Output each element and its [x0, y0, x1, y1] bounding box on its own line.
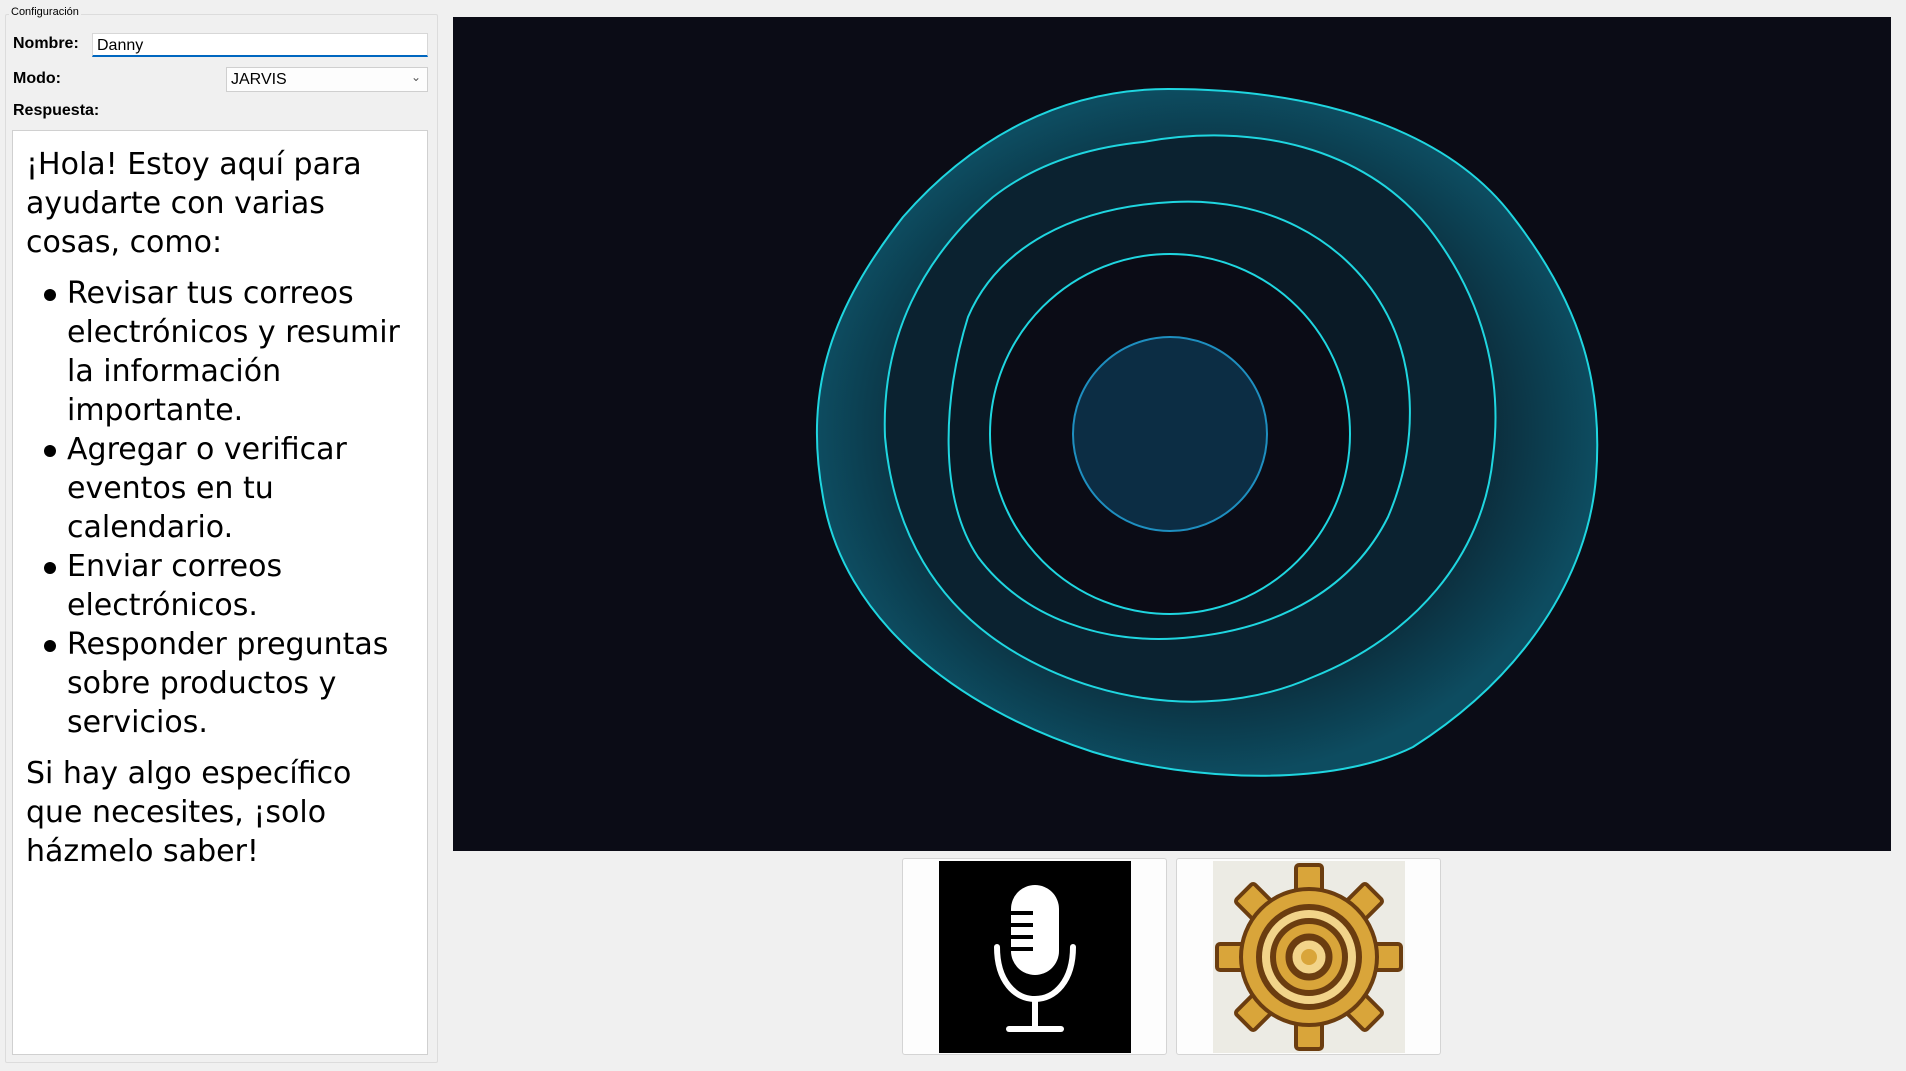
microphone-button[interactable]: [902, 858, 1167, 1055]
response-text-area[interactable]: ¡Hola! Estoy aquí para ayudarte con vari…: [12, 130, 428, 1055]
response-intro: ¡Hola! Estoy aquí para ayudarte con vari…: [26, 147, 362, 260]
chevron-down-icon: ⌄: [410, 70, 421, 84]
app-window: Configuración Nombre: Modo: JARVIS ⌄ Res…: [0, 0, 1906, 1071]
list-item: Agregar o verificar eventos en tu calend…: [44, 430, 415, 547]
mode-select[interactable]: JARVIS ⌄: [226, 67, 428, 92]
list-item: Revisar tus correos electrónicos y resum…: [44, 274, 415, 430]
name-label: Nombre:: [13, 35, 79, 52]
bullet-icon: [44, 445, 56, 457]
visualizer-rings: [815, 87, 1599, 777]
bullet-icon: [44, 562, 56, 574]
settings-button[interactable]: [1176, 858, 1441, 1055]
mode-label: Modo:: [13, 70, 61, 87]
config-group-title: Configuración: [9, 6, 81, 18]
gear-icon: [1212, 860, 1405, 1053]
list-item: Enviar correos electrónicos.: [44, 547, 415, 625]
inner-core: [1072, 336, 1268, 532]
response-label: Respuesta:: [13, 102, 100, 119]
list-item: Responder preguntas sobre productos y se…: [44, 625, 415, 742]
response-outro: Si hay algo específico que necesites, ¡s…: [26, 756, 352, 869]
mode-selected-value: JARVIS: [231, 71, 287, 88]
audio-visualizer: [453, 17, 1891, 851]
name-input[interactable]: [92, 33, 428, 57]
bullet-icon: [44, 289, 56, 301]
microphone-icon: [938, 860, 1131, 1053]
response-list: Revisar tus correos electrónicos y resum…: [26, 274, 415, 742]
bullet-icon: [44, 640, 56, 652]
